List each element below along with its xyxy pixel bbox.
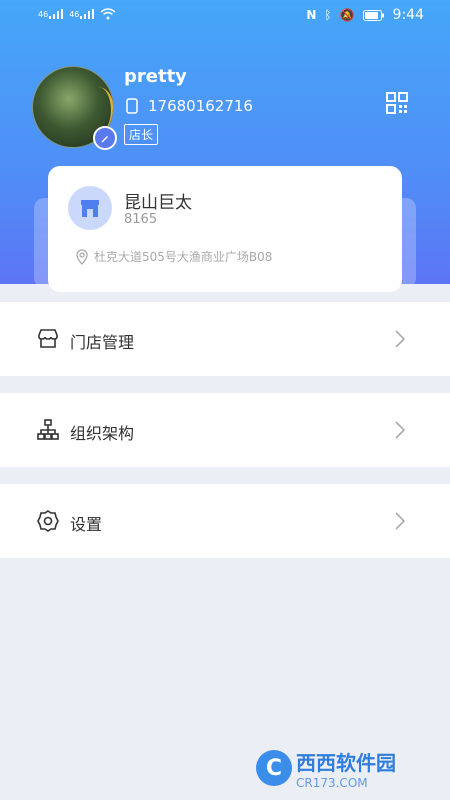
- nfc-icon: N: [306, 8, 317, 22]
- store-card[interactable]: 昆山巨太 8165 杜克大道505号大渔商业广场B08: [48, 166, 402, 292]
- gear-icon: [37, 510, 59, 532]
- network-label-2: 46: [69, 10, 80, 19]
- org-chart-icon: [37, 419, 59, 440]
- menu-item-org-structure[interactable]: 组织架构: [0, 393, 450, 467]
- menu-label: 设置: [70, 515, 103, 534]
- address-text: 杜克大道505号大渔商业广场B08: [94, 250, 273, 264]
- watermark-text: 软件园: [336, 750, 396, 775]
- role-badge: 店长: [124, 124, 159, 145]
- battery-icon: [362, 9, 384, 21]
- qr-code-icon: [386, 92, 408, 114]
- chevron-right-icon: [395, 330, 406, 348]
- bluetooth-icon: ᛒ: [324, 8, 332, 22]
- status-right: N ᛒ 🔕 9:44: [306, 7, 424, 23]
- network-label: 46: [38, 10, 49, 19]
- store-address: 杜克大道505号大渔商业广场B08: [76, 248, 272, 265]
- store-avatar: [68, 186, 112, 230]
- chevron-right-icon: [395, 512, 406, 530]
- store-code: 8165: [124, 212, 158, 227]
- shop-icon: [81, 200, 99, 217]
- menu-item-store-management[interactable]: 门店管理: [0, 302, 450, 376]
- pencil-icon: [101, 136, 108, 143]
- store-name: 昆山巨太: [124, 193, 192, 213]
- store-icon: [38, 329, 58, 348]
- watermark-sub: CR173.COM: [296, 775, 368, 790]
- phone-icon: [126, 98, 138, 114]
- menu-label: 组织架构: [70, 424, 135, 443]
- qr-code-button[interactable]: [386, 92, 408, 114]
- phone-row: 17680162716: [126, 97, 253, 115]
- menu-item-settings[interactable]: 设置: [0, 484, 450, 558]
- signal-icon: 46: [38, 9, 64, 19]
- wifi-icon: [100, 8, 116, 20]
- signal-icon-2: 46: [69, 9, 95, 19]
- chevron-right-icon: [395, 421, 406, 439]
- mute-icon: 🔕: [339, 8, 355, 22]
- phone-number: 17680162716: [148, 97, 253, 115]
- status-left: 46 46: [38, 8, 116, 20]
- watermark-brand: 西西: [296, 750, 336, 775]
- status-bar: 46 46 N ᛒ 🔕 9:44: [0, 0, 450, 32]
- location-pin-icon: [76, 248, 88, 265]
- watermark-logo-icon: C: [256, 750, 292, 786]
- clock: 9:44: [392, 7, 424, 23]
- edit-avatar-button[interactable]: [93, 126, 117, 150]
- username: pretty: [124, 66, 187, 87]
- menu-label: 门店管理: [70, 333, 135, 352]
- watermark: C 西西软件园 CR173.COM: [256, 748, 436, 790]
